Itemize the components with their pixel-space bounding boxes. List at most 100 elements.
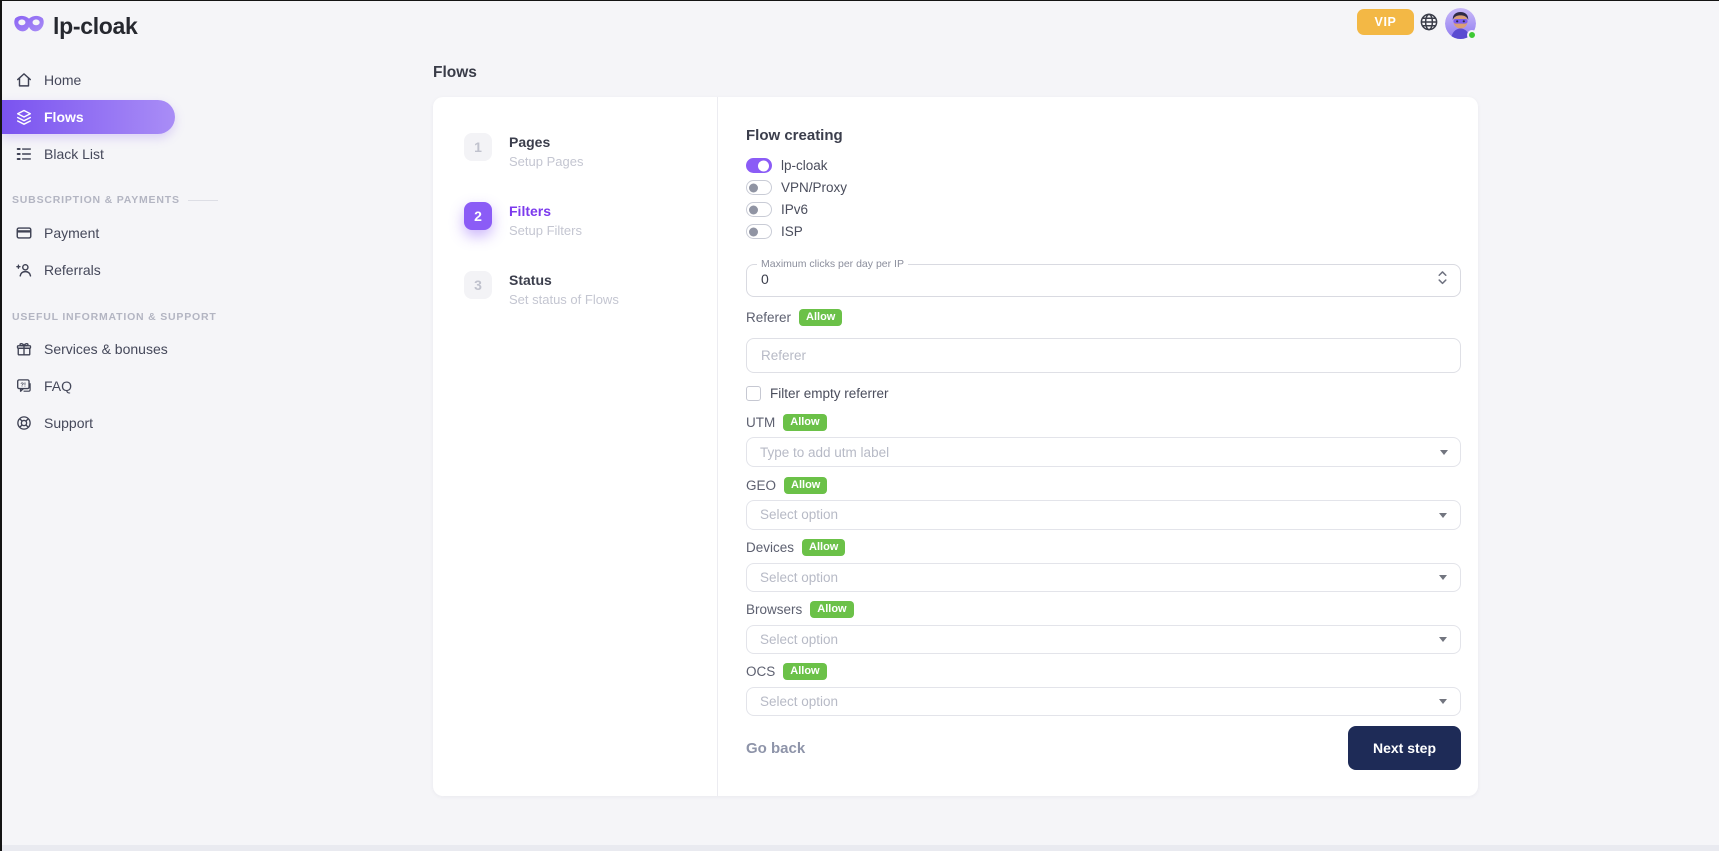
toggle-label: IPv6 <box>781 202 808 217</box>
avatar[interactable] <box>1445 8 1476 39</box>
sidebar-item-label: Referrals <box>44 262 101 278</box>
filter-empty-referrer-checkbox[interactable] <box>746 386 761 401</box>
section-divider <box>188 200 218 201</box>
max-clicks-field: Maximum clicks per day per IP <box>746 258 1461 297</box>
sidebar-item-label: Payment <box>44 225 99 241</box>
vpn-proxy-toggle[interactable] <box>746 180 772 195</box>
browsers-label: Browsers <box>746 602 802 617</box>
sidebar-item-black-list[interactable]: Black List <box>2 137 175 171</box>
sidebar-item-label: FAQ <box>44 378 72 394</box>
isp-toggle[interactable] <box>746 224 772 239</box>
sidebar-item-services-bonuses[interactable]: Services & bonuses <box>2 332 175 366</box>
referer-label: Referer <box>746 310 791 325</box>
toggle-knob <box>758 160 769 171</box>
form-actions: Go back Next step <box>746 726 1461 770</box>
referer-input[interactable] <box>746 338 1461 373</box>
devices-label-row: Devices Allow <box>746 540 1461 556</box>
brand-mask-icon <box>13 13 45 40</box>
step-subtitle: Setup Filters <box>509 223 582 238</box>
toggle-label: ISP <box>781 224 803 239</box>
filter-empty-referrer-row[interactable]: Filter empty referrer <box>746 386 1461 402</box>
payment-icon <box>15 224 33 242</box>
geo-allow-badge[interactable]: Allow <box>784 477 827 494</box>
browsers-allow-badge[interactable]: Allow <box>810 601 853 618</box>
support-icon <box>15 414 33 432</box>
step-title: Status <box>509 271 619 288</box>
ocs-allow-badge[interactable]: Allow <box>783 663 826 680</box>
ocs-label-row: OCS Allow <box>746 664 1461 680</box>
ocs-select[interactable]: Select option <box>746 687 1461 716</box>
referer-allow-badge[interactable]: Allow <box>799 309 842 326</box>
toggle-row-vpn-proxy: VPN/Proxy <box>746 180 1461 195</box>
sidebar-item-label: Services & bonuses <box>44 341 168 357</box>
brand-name: lp-cloak <box>53 13 138 40</box>
language-globe-icon[interactable] <box>1419 12 1439 32</box>
devices-label: Devices <box>746 540 794 555</box>
sidebar-item-referrals[interactable]: Referrals <box>2 253 175 287</box>
page-title: Flows <box>433 64 477 82</box>
chevron-down-icon <box>1439 575 1447 580</box>
go-back-button[interactable]: Go back <box>746 740 805 757</box>
utm-combo <box>746 437 1461 467</box>
chevron-down-icon <box>1439 637 1447 642</box>
devices-allow-badge[interactable]: Allow <box>802 539 845 556</box>
referrals-icon <box>15 261 33 279</box>
step-title: Filters <box>509 202 582 219</box>
geo-label-row: GEO Allow <box>746 477 1461 493</box>
step-number-badge: 2 <box>464 202 492 230</box>
step-title: Pages <box>509 133 583 150</box>
faq-icon: ?! <box>15 377 33 395</box>
vip-button[interactable]: VIP <box>1357 9 1414 35</box>
select-placeholder: Select option <box>760 507 838 522</box>
svg-text:?!: ?! <box>20 382 26 388</box>
black-list-icon <box>15 145 33 163</box>
lp-cloak-toggle[interactable] <box>746 158 772 173</box>
step-subtitle: Setup Pages <box>509 154 583 169</box>
geo-select[interactable]: Select option <box>746 500 1461 529</box>
utm-input[interactable] <box>746 437 1461 467</box>
step-filters[interactable]: 2 Filters Setup Filters <box>464 202 717 238</box>
utm-allow-badge[interactable]: Allow <box>783 414 826 431</box>
sidebar-item-label: Support <box>44 415 93 431</box>
sidebar-item-label: Home <box>44 72 81 88</box>
sidebar-item-label: Black List <box>44 146 104 162</box>
sidebar-item-payment[interactable]: Payment <box>2 216 175 250</box>
sidebar-item-home[interactable]: Home <box>2 63 175 97</box>
select-placeholder: Select option <box>760 570 838 585</box>
devices-select[interactable]: Select option <box>746 563 1461 592</box>
chevron-down-icon <box>1439 513 1447 518</box>
sidebar-item-flows[interactable]: Flows <box>2 100 175 134</box>
bottom-scroll-strip[interactable] <box>2 845 1719 851</box>
step-status[interactable]: 3 Status Set status of Flows <box>464 271 717 307</box>
toggle-label: VPN/Proxy <box>781 180 847 195</box>
sidebar-item-faq[interactable]: ?! FAQ <box>2 369 175 403</box>
select-placeholder: Select option <box>760 632 838 647</box>
sidebar-section-title: SUBSCRIPTION & PAYMENTS <box>2 192 187 208</box>
home-icon <box>15 71 33 89</box>
flows-icon <box>15 108 33 126</box>
checkbox-label: Filter empty referrer <box>770 386 889 401</box>
step-pages[interactable]: 1 Pages Setup Pages <box>464 133 717 169</box>
number-stepper-icon[interactable] <box>1438 271 1447 290</box>
step-number-badge: 1 <box>464 133 492 161</box>
ipv6-toggle[interactable] <box>746 202 772 217</box>
toggle-knob <box>749 227 758 236</box>
gift-icon <box>15 340 33 358</box>
form-title: Flow creating <box>746 127 1461 144</box>
sidebar-item-support[interactable]: Support <box>2 406 175 440</box>
chevron-down-icon <box>1439 699 1447 704</box>
brand[interactable]: lp-cloak <box>13 13 138 40</box>
chevron-down-icon[interactable] <box>1440 450 1448 455</box>
max-clicks-input[interactable] <box>761 268 1426 290</box>
online-status-dot <box>1467 30 1477 40</box>
toggle-label: lp-cloak <box>781 158 828 173</box>
toggle-knob <box>749 205 758 214</box>
toggle-knob <box>749 183 758 192</box>
browsers-select[interactable]: Select option <box>746 625 1461 654</box>
toggle-row-isp: ISP <box>746 224 1461 239</box>
geo-label: GEO <box>746 478 776 493</box>
next-step-button[interactable]: Next step <box>1348 726 1461 770</box>
utm-label: UTM <box>746 415 775 430</box>
sidebar-item-label: Flows <box>44 109 84 125</box>
referer-label-row: Referer Allow <box>746 310 1461 326</box>
